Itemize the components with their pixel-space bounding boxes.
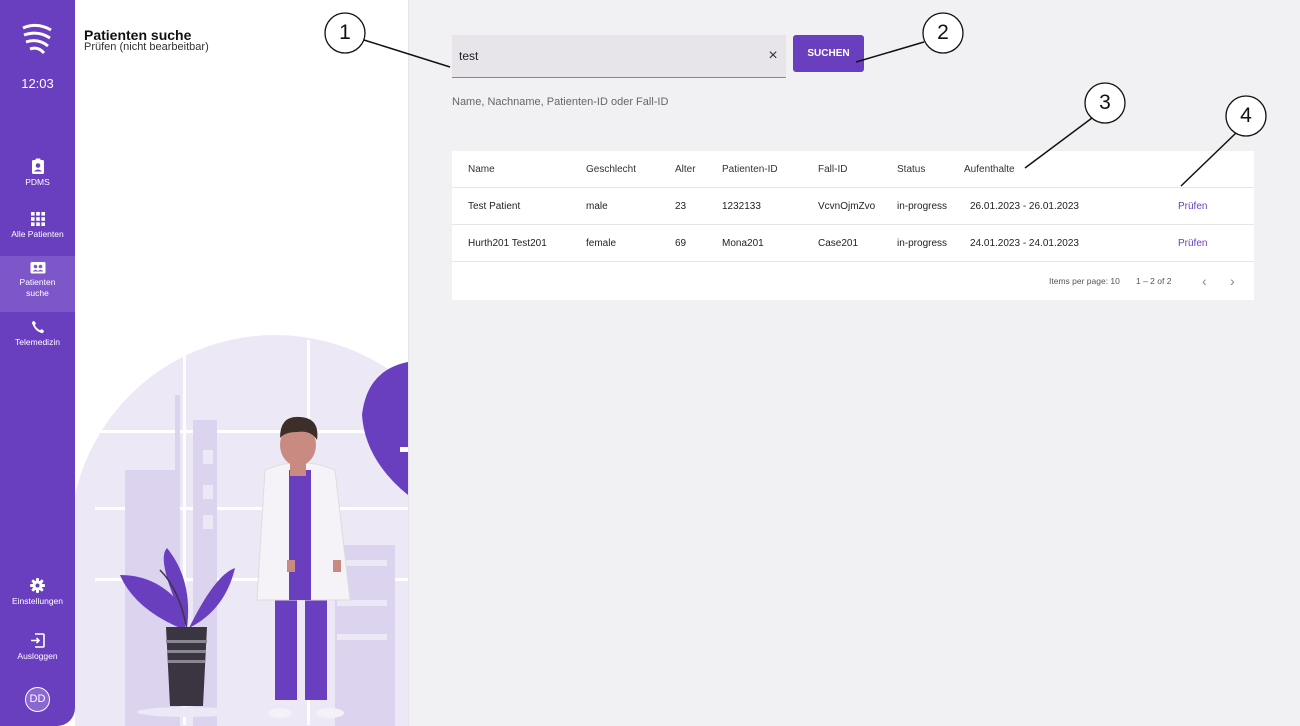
doctor-illustration: [75, 335, 408, 726]
sidebar-item-patienten-suche[interactable]: Patienten suche: [0, 256, 75, 312]
avatar[interactable]: DD: [25, 687, 50, 712]
gear-icon: [30, 578, 45, 593]
cell-stays: 26.01.2023 - 26.01.2023: [970, 201, 1079, 212]
clock: 12:03: [21, 76, 54, 91]
table-header-row: Name Geschlecht Alter Patienten-ID Fall-…: [452, 151, 1254, 188]
cell-patient-id: Mona201: [722, 238, 764, 249]
column-header-name[interactable]: Name: [468, 151, 495, 188]
clear-search-button[interactable]: ×: [764, 47, 782, 65]
person-card-icon: [30, 262, 45, 274]
page-subtitle: Prüfen (nicht bearbeitbar): [84, 41, 209, 53]
column-header-alter[interactable]: Alter: [675, 151, 696, 188]
next-page-button[interactable]: ›: [1230, 262, 1235, 300]
column-header-fall-id[interactable]: Fall-ID: [818, 151, 847, 188]
grid-icon: [30, 212, 45, 226]
cell-status: in-progress: [897, 238, 948, 249]
page-range: 1 – 2 of 2: [1136, 276, 1172, 286]
sidebar-item-label: Telemedizin: [15, 337, 60, 347]
sidebar-item-ausloggen[interactable]: Ausloggen: [0, 633, 75, 673]
cell-case-id: VcvnOjmZvo: [818, 201, 876, 212]
cell-patient-id: 1232133: [722, 201, 761, 212]
callout-2: 2: [937, 21, 949, 44]
main-content: × Name, Nachname, Patienten-ID oder Fall…: [408, 0, 1300, 726]
previous-page-button[interactable]: ‹: [1202, 262, 1207, 300]
paginator: Items per page: 10 1 – 2 of 2 ‹ ›: [452, 262, 1254, 300]
sidebar-item-telemedizin[interactable]: Telemedizin: [0, 320, 75, 360]
table-row: Test Patient male 23 1232133 VcvnOjmZvo …: [452, 188, 1254, 225]
results-table: Name Geschlecht Alter Patienten-ID Fall-…: [452, 151, 1254, 300]
cell-gender: female: [586, 238, 617, 249]
table-row: Hurth201 Test201 female 69 Mona201 Case2…: [452, 225, 1254, 262]
logout-icon: [31, 633, 45, 648]
sidebar-item-label: Einstellungen: [11, 596, 64, 606]
search-hint: Name, Nachname, Patienten-ID oder Fall-I…: [452, 96, 669, 108]
sidebar-item-einstellungen[interactable]: Einstellungen: [0, 578, 75, 618]
pruefen-link[interactable]: Prüfen: [1178, 188, 1207, 225]
column-header-aufenthalte[interactable]: Aufenthalte: [964, 151, 1015, 188]
sidebar-item-pdms[interactable]: PDMS: [0, 158, 75, 198]
sidebar-item-label: Ausloggen: [17, 651, 58, 661]
sidebar: 12:03 PDMS Alle Patienten Patienten such…: [0, 0, 75, 726]
cell-status: in-progress: [897, 201, 948, 212]
search-field: ×: [452, 35, 786, 78]
sidebar-item-label: Alle Patienten: [11, 229, 64, 239]
column-header-status[interactable]: Status: [897, 151, 925, 188]
sidebar-item-alle-patienten[interactable]: Alle Patienten: [0, 212, 75, 252]
left-panel: Patienten suche Prüfen (nicht bearbeitba…: [75, 0, 408, 726]
column-header-patienten-id[interactable]: Patienten-ID: [722, 151, 778, 188]
app-logo-icon: [22, 23, 52, 55]
callout-1: 1: [339, 21, 351, 44]
sidebar-item-label: Patienten suche: [19, 277, 56, 298]
search-button[interactable]: SUCHEN: [793, 35, 864, 72]
cell-age: 69: [675, 238, 687, 249]
cell-gender: male: [586, 201, 608, 212]
cell-age: 23: [675, 201, 687, 212]
clipboard-person-icon: [31, 158, 44, 174]
column-header-geschlecht[interactable]: Geschlecht: [586, 151, 636, 188]
cell-name: Hurth201 Test201: [468, 238, 547, 249]
callout-3: 3: [1099, 91, 1111, 114]
sidebar-item-label: PDMS: [25, 177, 50, 187]
cell-case-id: Case201: [818, 238, 859, 249]
pruefen-link[interactable]: Prüfen: [1178, 225, 1207, 262]
search-input[interactable]: [452, 35, 742, 77]
cell-name: Test Patient: [468, 201, 521, 212]
items-per-page[interactable]: Items per page: 10: [1049, 262, 1120, 300]
phone-icon: [31, 320, 44, 334]
callout-4: 4: [1240, 104, 1252, 127]
cell-stays: 24.01.2023 - 24.01.2023: [970, 238, 1079, 249]
